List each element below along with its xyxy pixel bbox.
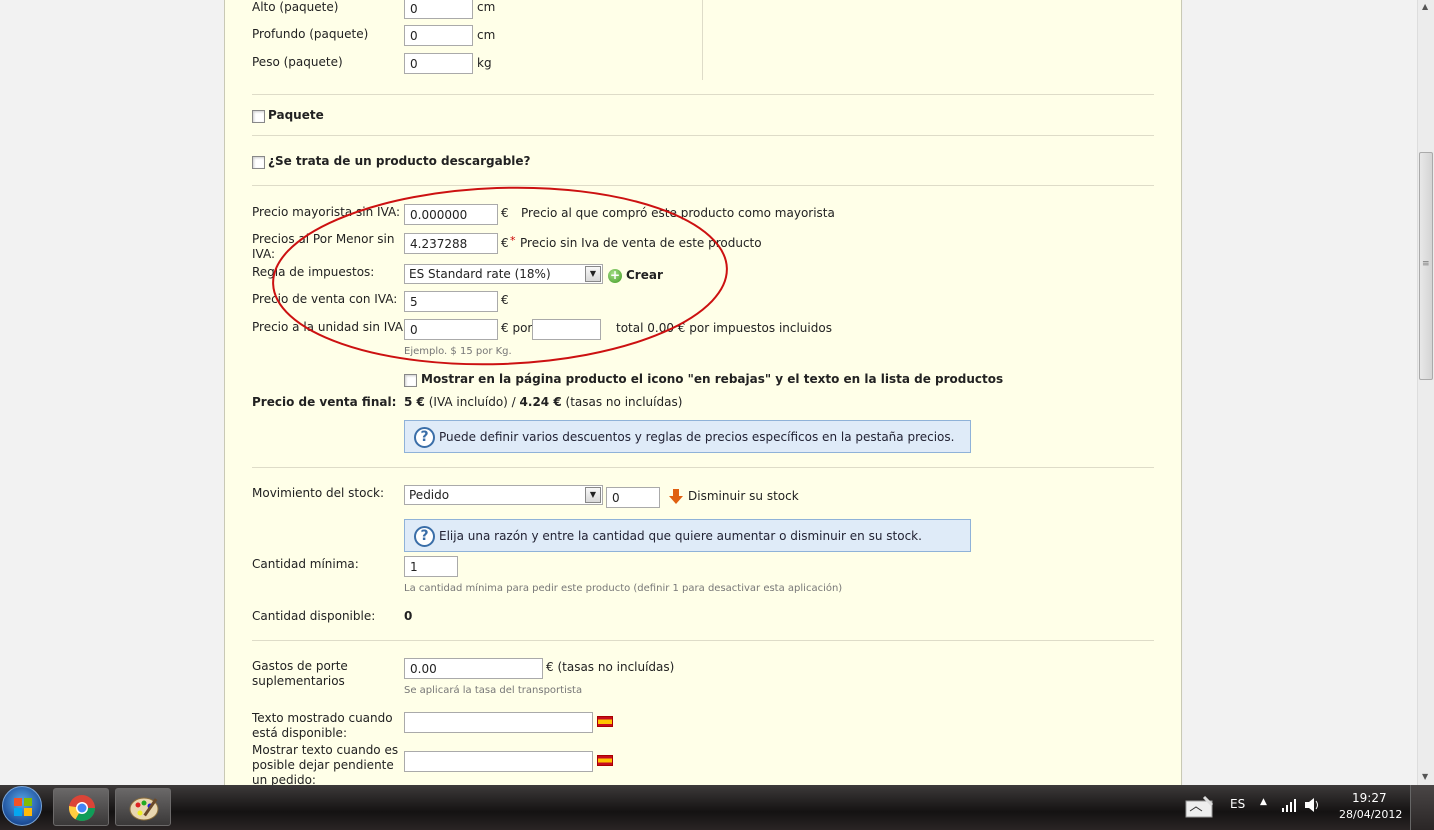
page-right-margin bbox=[1183, 0, 1417, 785]
alto-unit: cm bbox=[477, 0, 496, 14]
scroll-up-icon[interactable]: ▲ bbox=[1422, 2, 1428, 11]
gastos-porte-suffix: € (tasas no incluídas) bbox=[546, 660, 675, 674]
windows-logo-icon bbox=[14, 798, 32, 816]
alto-input[interactable] bbox=[404, 0, 473, 19]
spain-flag-icon[interactable] bbox=[597, 755, 613, 766]
spain-flag-icon[interactable] bbox=[597, 716, 613, 727]
price-info-box: ? Puede definir varios descuentos y regl… bbox=[404, 420, 971, 453]
cantidad-minima-help: La cantidad mínima para pedir este produ… bbox=[404, 583, 843, 594]
precio-final-value: 5 € (IVA incluído) / 4.24 € (tasas no in… bbox=[404, 395, 682, 409]
scroll-down-icon[interactable]: ▼ bbox=[1422, 772, 1428, 781]
clock-time[interactable]: 19:27 bbox=[1352, 791, 1387, 805]
stock-info-text: Elija una razón y entre la cantidad que … bbox=[439, 529, 922, 543]
stock-label: Movimiento del stock: bbox=[252, 486, 385, 500]
descargable-label: ¿Se trata de un producto descargable? bbox=[268, 154, 531, 168]
texto-pendiente-label: Mostrar texto cuando es posible dejar pe… bbox=[252, 743, 399, 787]
peso-label: Peso (paquete) bbox=[252, 55, 343, 69]
start-button[interactable] bbox=[2, 786, 42, 826]
stock-action: Disminuir su stock bbox=[688, 489, 799, 503]
stock-qty-input[interactable] bbox=[606, 487, 660, 508]
cantidad-disponible-label: Cantidad disponible: bbox=[252, 609, 376, 623]
section-divider bbox=[252, 94, 1154, 95]
cantidad-disponible-value: 0 bbox=[404, 609, 413, 623]
action-center-icon[interactable] bbox=[1184, 793, 1216, 819]
section-divider bbox=[252, 467, 1154, 468]
precio-final-iva-text: (IVA incluído) / bbox=[428, 395, 516, 409]
profundo-unit: cm bbox=[477, 28, 496, 42]
scroll-thumb[interactable]: ≡ bbox=[1419, 152, 1433, 380]
grip-icon: ≡ bbox=[1422, 259, 1430, 269]
rebajas-checkbox[interactable] bbox=[404, 374, 417, 387]
help-icon: ? bbox=[414, 526, 435, 547]
annotation-ellipse bbox=[272, 186, 728, 366]
precio-final-no-tax-value: 4.24 € bbox=[519, 395, 562, 409]
peso-unit: kg bbox=[477, 56, 492, 70]
chrome-task-button[interactable] bbox=[53, 788, 109, 826]
paquete-label: Paquete bbox=[268, 108, 324, 122]
texto-pendiente-input[interactable] bbox=[404, 751, 593, 772]
paquete-checkbox[interactable] bbox=[252, 110, 265, 123]
clock-date[interactable]: 28/04/2012 bbox=[1339, 808, 1402, 821]
paint-palette-icon bbox=[129, 797, 159, 821]
show-hidden-icons[interactable]: ▲ bbox=[1260, 797, 1267, 807]
windows-taskbar: ES ▲ 19:27 28/04/2012 bbox=[0, 785, 1434, 830]
gastos-porte-help: Se aplicará la tasa del transportista bbox=[404, 685, 583, 696]
gastos-porte-label: Gastos de porte suplementarios bbox=[252, 659, 348, 688]
price-info-text: Puede definir varios descuentos y reglas… bbox=[439, 430, 955, 444]
profundo-label: Profundo (paquete) bbox=[252, 27, 369, 41]
precio-final-label: Precio de venta final: bbox=[252, 395, 397, 409]
rebajas-label: Mostrar en la página producto el icono "… bbox=[421, 372, 1004, 386]
vertical-scrollbar[interactable]: ▲ ≡ ▼ bbox=[1417, 0, 1434, 785]
alto-label: Alto (paquete) bbox=[252, 0, 339, 14]
network-icon[interactable] bbox=[1281, 797, 1297, 813]
help-icon: ? bbox=[414, 427, 435, 448]
stock-selected: Pedido bbox=[409, 488, 450, 502]
cantidad-minima-label: Cantidad mínima: bbox=[252, 557, 359, 571]
page-left-margin bbox=[0, 0, 224, 785]
stock-info-box: ? Elija una razón y entre la cantidad qu… bbox=[404, 519, 971, 552]
section-divider bbox=[252, 640, 1154, 641]
texto-disponible-label: Texto mostrado cuando está disponible: bbox=[252, 711, 393, 740]
precio-final-no-tax-text: (tasas no incluídas) bbox=[565, 395, 683, 409]
chevron-down-icon[interactable]: ▼ bbox=[585, 487, 601, 503]
cantidad-minima-input[interactable] bbox=[404, 556, 458, 577]
show-desktop-button[interactable] bbox=[1410, 785, 1434, 830]
volume-icon[interactable] bbox=[1304, 797, 1322, 813]
stock-select[interactable]: Pedido ▼ bbox=[404, 485, 603, 505]
arrow-down-icon bbox=[669, 489, 683, 504]
column-divider bbox=[702, 0, 703, 80]
gastos-porte-input[interactable] bbox=[404, 658, 543, 679]
paint-task-button[interactable] bbox=[115, 788, 171, 826]
peso-input[interactable] bbox=[404, 53, 473, 74]
texto-disponible-input[interactable] bbox=[404, 712, 593, 733]
precio-final-iva-value: 5 € bbox=[404, 395, 425, 409]
language-indicator[interactable]: ES bbox=[1230, 797, 1245, 811]
chrome-icon bbox=[68, 795, 96, 822]
profundo-input[interactable] bbox=[404, 25, 473, 46]
descargable-checkbox[interactable] bbox=[252, 156, 265, 169]
section-divider bbox=[252, 135, 1154, 136]
